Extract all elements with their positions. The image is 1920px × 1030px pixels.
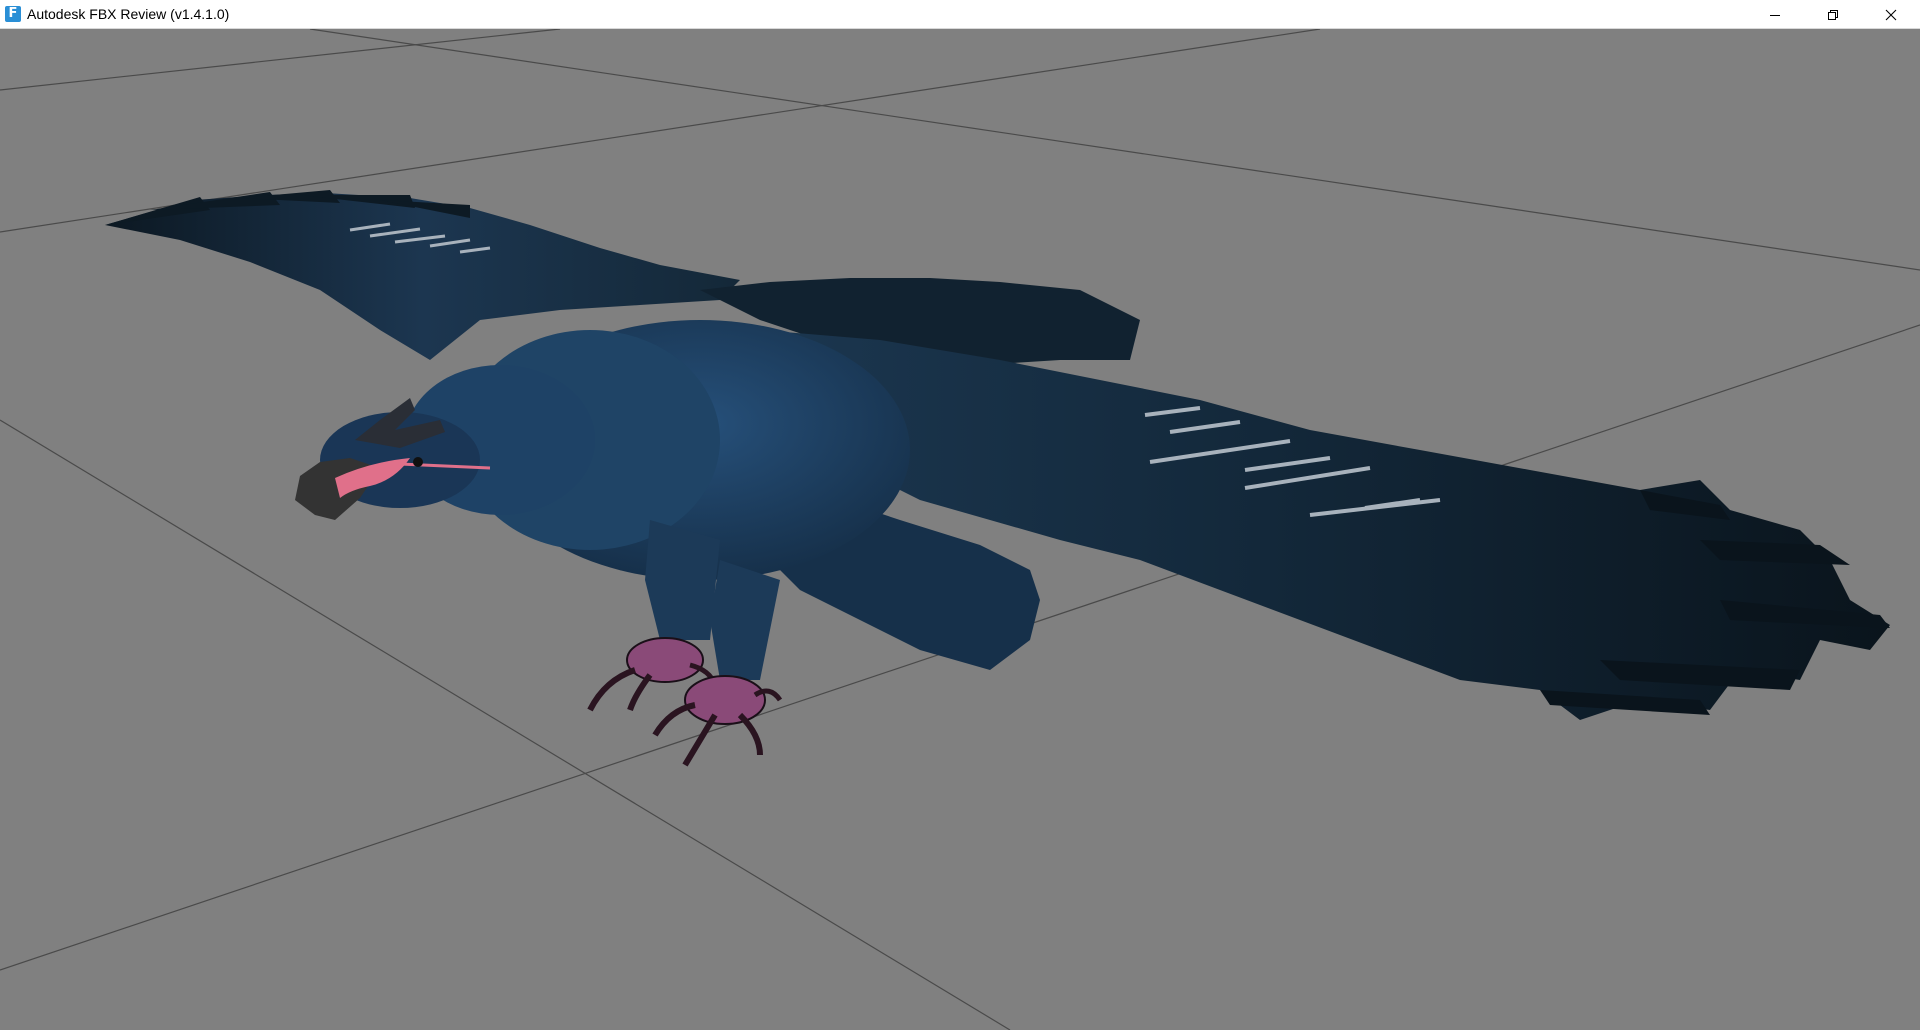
close-icon xyxy=(1885,9,1897,20)
fbx-app-icon[interactable]: F xyxy=(5,6,21,22)
window-title: Autodesk FBX Review (v1.4.1.0) xyxy=(27,6,230,22)
right-leg xyxy=(710,560,780,680)
eagle-model[interactable] xyxy=(105,190,1890,767)
close-button[interactable] xyxy=(1862,0,1920,29)
app-window: F Autodesk FBX Review (v1.4.1.0) xyxy=(0,0,1920,1030)
minimize-button[interactable] xyxy=(1746,0,1804,29)
viewport-canvas[interactable] xyxy=(0,29,1920,1030)
right-talon xyxy=(652,675,783,767)
minimize-icon xyxy=(1770,14,1780,16)
left-leg xyxy=(645,520,720,640)
3d-viewport[interactable] xyxy=(0,29,1920,1030)
window-controls xyxy=(1746,0,1920,29)
restore-icon xyxy=(1828,9,1838,20)
title-bar[interactable]: F Autodesk FBX Review (v1.4.1.0) xyxy=(0,0,1920,29)
eagle-eye xyxy=(413,457,423,467)
restore-button[interactable] xyxy=(1804,0,1862,29)
